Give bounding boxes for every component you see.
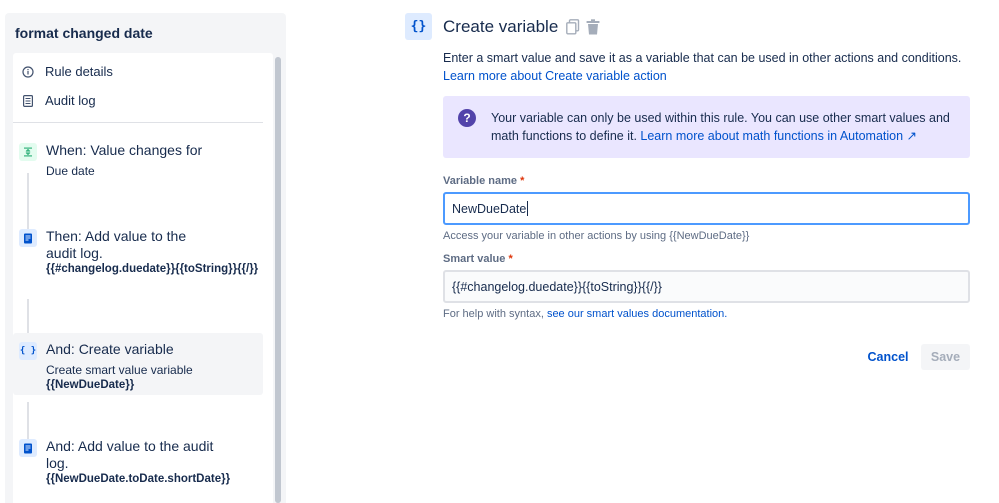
rule-steps-card: Rule details Audit log When: Value chang…	[13, 53, 273, 503]
page-title: Create variable	[443, 17, 559, 36]
rule-sidebar: format changed date Rule details Audit l…	[5, 13, 286, 503]
variable-name-label: Variable name *	[443, 175, 524, 187]
required-marker: *	[508, 253, 513, 265]
input-value: NewDueDate	[452, 201, 527, 216]
helper-text: For help with syntax,	[443, 308, 544, 320]
copy-icon[interactable]	[566, 19, 580, 35]
rule-step-create-variable[interactable]: { } And: Create variable Create smart va…	[13, 333, 263, 395]
rule-title: format changed date	[15, 25, 153, 41]
step-description: Create smart value variable	[46, 363, 193, 377]
audit-log-icon	[19, 229, 37, 247]
smart-value-label: Smart value *	[443, 253, 513, 265]
scrollbar-thumb[interactable]	[275, 57, 281, 503]
timeline-connector	[27, 299, 29, 337]
step-title: When: Value changes for	[46, 142, 203, 158]
step-title: Then: Add value to the audit log.	[46, 228, 187, 261]
document-icon	[21, 94, 35, 108]
required-marker: *	[520, 175, 525, 187]
label-text: Smart value	[443, 253, 506, 265]
trigger-icon	[19, 143, 37, 161]
trash-icon[interactable]	[586, 19, 600, 35]
variable-name-helper: Access your variable in other actions by…	[443, 230, 750, 242]
cancel-button[interactable]: Cancel	[860, 344, 916, 370]
step-description: Due date	[46, 164, 95, 178]
smart-values-docs-link[interactable]: see our smart values documentation.	[547, 308, 727, 320]
step-title: And: Add value to the audit log.	[46, 438, 214, 471]
save-button[interactable]: Save	[921, 344, 970, 370]
rule-step-audit-log-2[interactable]: And: Add value to the audit log. {{NewDu…	[13, 430, 263, 495]
nav-audit-log[interactable]: Audit log	[21, 93, 96, 108]
label-text: Variable name	[443, 175, 517, 187]
intro-text: Enter a smart value and save it as a var…	[443, 49, 983, 85]
rule-step-trigger[interactable]: When: Value changes for Due date	[13, 134, 263, 187]
step-code: {{NewDueDate}}	[46, 379, 135, 391]
nav-label: Audit log	[45, 93, 96, 108]
info-icon	[21, 65, 35, 79]
question-icon: ?	[458, 109, 476, 127]
intro-description: Enter a smart value and save it as a var…	[443, 51, 962, 65]
step-code: {{NewDueDate.toDate.shortDate}}	[46, 473, 231, 485]
text-caret	[527, 201, 529, 216]
smart-value-helper: For help with syntax, see our smart valu…	[443, 308, 727, 320]
sidebar-scrollbar[interactable]	[275, 57, 281, 503]
nav-label: Rule details	[45, 64, 113, 79]
create-variable-docs-link[interactable]: Learn more about Create variable action	[443, 69, 667, 83]
step-title: And: Create variable	[46, 341, 174, 357]
info-text: Your variable can only be used within th…	[491, 109, 961, 145]
rule-step-audit-log[interactable]: Then: Add value to the audit log. {{#cha…	[13, 220, 263, 285]
step-code: {{#changelog.duedate}}{{toString}}{{/}}	[46, 263, 259, 275]
divider	[13, 122, 263, 123]
audit-log-icon	[19, 439, 37, 457]
smart-value-input[interactable]: {{#changelog.duedate}}{{toString}}{{/}}	[443, 270, 970, 303]
braces-icon: {}	[405, 13, 432, 40]
braces-icon: { }	[19, 342, 37, 360]
input-value: {{#changelog.duedate}}{{toString}}{{/}}	[452, 279, 662, 294]
variable-name-input[interactable]: NewDueDate	[443, 192, 970, 225]
nav-rule-details[interactable]: Rule details	[21, 64, 113, 79]
info-panel: ? Your variable can only be used within …	[443, 96, 970, 158]
math-functions-link[interactable]: Learn more about math functions in Autom…	[640, 129, 917, 143]
